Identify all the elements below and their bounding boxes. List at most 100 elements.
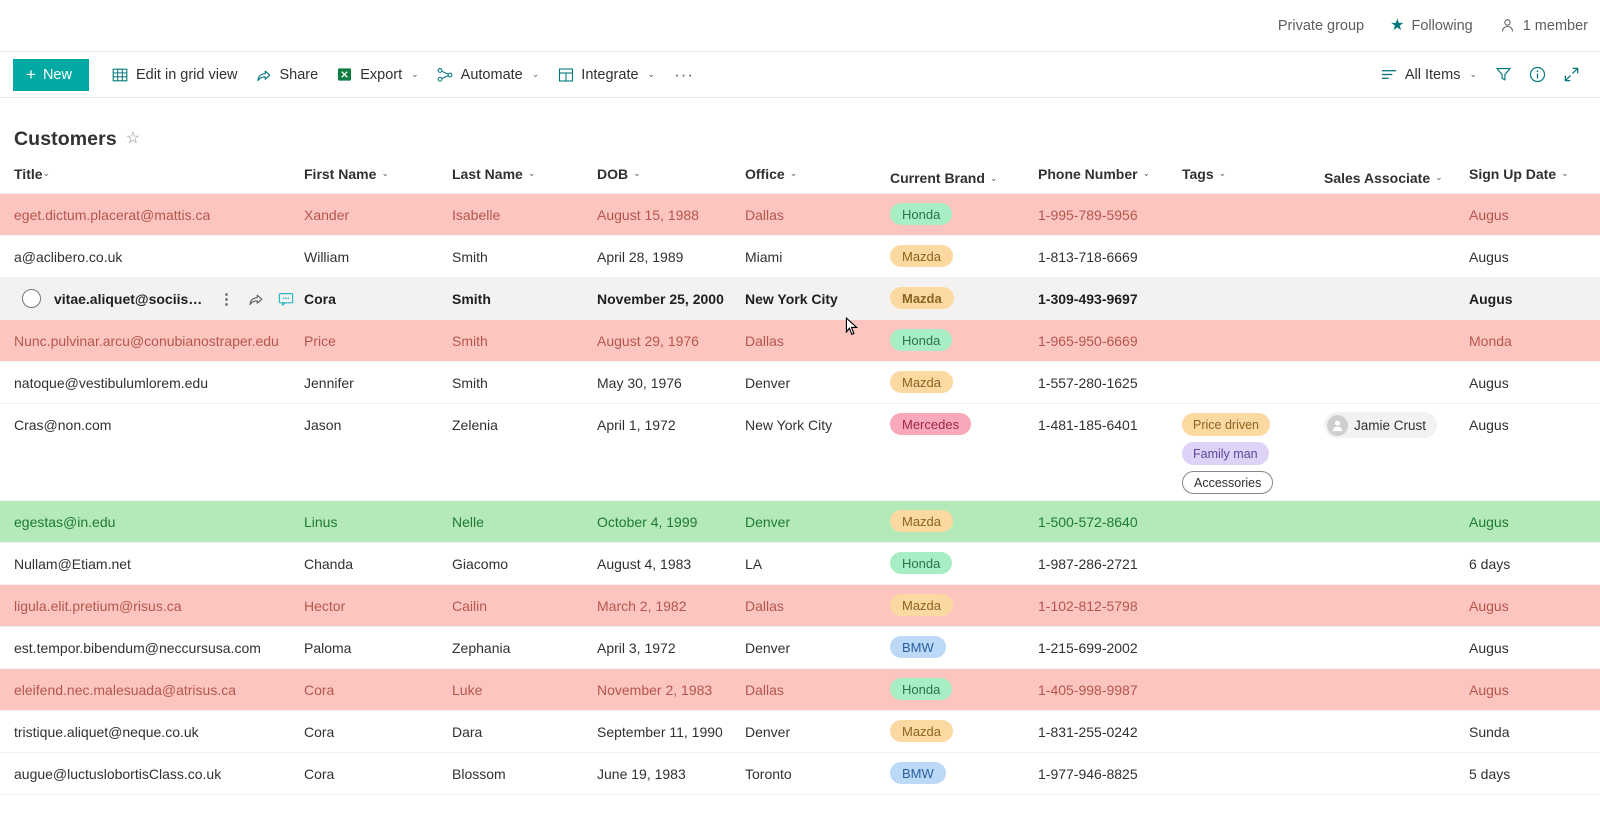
tag-row: Family man [1182, 442, 1314, 471]
title-link[interactable]: augue@luctuslobortisClass.co.uk [14, 766, 221, 782]
cell-last-name: Dara [452, 724, 483, 740]
title-link[interactable]: Nullam@Etiam.net [14, 556, 131, 572]
comment-icon[interactable] [278, 291, 294, 307]
column-header-phone[interactable]: Phone Number ⌄ [1038, 166, 1182, 182]
cell-sign-up-date: Augus [1469, 249, 1509, 265]
share-item-icon[interactable] [248, 291, 264, 307]
persona-chip[interactable]: Jamie Crust [1324, 412, 1438, 438]
row-select-checkbox[interactable] [22, 289, 41, 308]
title-link[interactable]: est.tempor.bibendum@neccursusa.com [14, 640, 261, 656]
cell-title[interactable]: tristique.aliquet@neque.co.uk [14, 711, 304, 740]
cell-first-name: Cora [304, 291, 336, 307]
overflow-menu-button[interactable]: ··· [664, 59, 704, 91]
person-icon [1499, 17, 1516, 34]
cell-sign-up-date: 6 days [1469, 556, 1511, 572]
table-row[interactable]: est.tempor.bibendum@neccursusa.com Paloma… [0, 627, 1600, 669]
title-link[interactable]: ligula.elit.pretium@risus.ca [14, 598, 182, 614]
following-button[interactable]: ★ Following [1390, 17, 1473, 34]
tag-chip: Price driven [1182, 413, 1270, 436]
cell-office: New York City [745, 417, 833, 433]
favorite-star-icon[interactable]: ☆ [126, 131, 140, 147]
title-link[interactable]: Nunc.pulvinar.arcu@conubianostraper.edu [14, 333, 279, 349]
column-header-tags[interactable]: Tags ⌄ [1182, 166, 1324, 182]
cell-title[interactable]: Nunc.pulvinar.arcu@conubianostraper.edu [14, 320, 304, 349]
cell-first-name: Xander [304, 207, 350, 223]
title-link[interactable]: vitae.aliquet@sociisnatoq... [54, 291, 207, 307]
cell-phone-number: 1-481-185-6401 [1038, 417, 1138, 433]
chevron-down-icon: ⌄ [989, 172, 998, 183]
title-link[interactable]: eget.dictum.placerat@mattis.ca [14, 207, 210, 223]
column-header-assoc[interactable]: Sales Associate ⌄ [1324, 162, 1469, 186]
table-row[interactable]: ligula.elit.pretium@risus.ca Hector Cailin… [0, 585, 1600, 627]
column-header-first[interactable]: First Name ⌄ [304, 166, 452, 182]
cell-current-brand: Mazda [890, 236, 1038, 267]
table-row[interactable]: Nunc.pulvinar.arcu@conubianostraper.edu P… [0, 320, 1600, 362]
table-row[interactable]: eleifend.nec.malesuada@atrisus.ca Cora Luk… [0, 669, 1600, 711]
edit-in-grid-view-button[interactable]: Edit in grid view [103, 59, 247, 91]
cell-title[interactable]: egestas@in.edu [14, 501, 304, 530]
title-link[interactable]: Cras@non.com [14, 417, 111, 433]
cell-title[interactable]: Cras@non.com [14, 404, 304, 433]
table-row[interactable]: Nullam@Etiam.net Chanda Giacomo August 4, 1… [0, 543, 1600, 585]
members-button[interactable]: 1 member [1499, 17, 1588, 34]
share-button[interactable]: Share [247, 59, 328, 91]
cell-current-brand: Honda [890, 669, 1038, 700]
view-selector-label: All Items [1404, 66, 1461, 83]
cell-tags [1182, 236, 1324, 245]
cell-first-name: Linus [304, 514, 338, 530]
cell-title[interactable]: natoque@vestibulumlorem.edu [14, 362, 304, 391]
column-header-sign[interactable]: Sign Up Date ⌄ [1469, 166, 1589, 182]
integrate-button[interactable]: Integrate ⌄ [548, 59, 664, 91]
cell-last-name: Blossom [452, 766, 506, 782]
column-header-label: Current Brand [890, 170, 985, 186]
filter-button[interactable] [1486, 59, 1520, 91]
cell-title[interactable]: eget.dictum.placerat@mattis.ca [14, 194, 304, 223]
cell-title[interactable]: ligula.elit.pretium@risus.ca [14, 585, 304, 614]
title-link[interactable]: tristique.aliquet@neque.co.uk [14, 724, 199, 740]
title-link[interactable]: a@aclibero.co.uk [14, 249, 122, 265]
table-row[interactable]: tristique.aliquet@neque.co.uk Cora Dara Sep… [0, 711, 1600, 753]
brand-pill: BMW [890, 762, 946, 784]
table-row[interactable]: vitae.aliquet@sociisnatoq... ⋮ Cora Smith No… [0, 278, 1600, 320]
column-header-office[interactable]: Office ⌄ [745, 166, 890, 182]
table-row[interactable]: Cras@non.com Jason Zelenia April 1, 1972 New… [0, 404, 1600, 501]
title-link[interactable]: egestas@in.edu [14, 514, 115, 530]
table-row[interactable]: egestas@in.edu Linus Nelle October 4, 1999 D… [0, 501, 1600, 543]
cell-title[interactable]: a@aclibero.co.uk [14, 236, 304, 265]
new-button[interactable]: + New [13, 58, 89, 91]
expand-fullscreen-button[interactable] [1554, 59, 1588, 91]
cell-title[interactable]: est.tempor.bibendum@neccursusa.com [14, 627, 304, 656]
column-header-title[interactable]: Title ⌄ [14, 166, 304, 182]
cell-first-name: Jennifer [304, 375, 354, 391]
plus-icon: + [26, 65, 36, 84]
cell-sign-up-date: Augus [1469, 514, 1509, 530]
table-row[interactable]: eget.dictum.placerat@mattis.ca Xander Isab… [0, 194, 1600, 236]
column-header-dob[interactable]: DOB ⌄ [597, 166, 745, 182]
title-link[interactable]: eleifend.nec.malesuada@atrisus.ca [14, 682, 236, 698]
cell-first-name: Cora [304, 682, 335, 698]
more-options-icon[interactable]: ⋮ [219, 292, 234, 307]
title-link[interactable]: natoque@vestibulumlorem.edu [14, 375, 208, 391]
cell-title[interactable]: augue@luctuslobortisClass.co.uk [14, 753, 304, 782]
column-header-label: Title [14, 165, 43, 182]
column-header-last[interactable]: Last Name ⌄ [452, 166, 597, 182]
chevron-down-icon: ⌄ [633, 168, 641, 178]
cell-title[interactable]: vitae.aliquet@sociisnatoq... ⋮ [14, 278, 304, 307]
cell-sales-associate [1324, 585, 1469, 593]
cell-title[interactable]: eleifend.nec.malesuada@atrisus.ca [14, 669, 304, 698]
table-row[interactable]: augue@luctuslobortisClass.co.uk Cora Bloss… [0, 753, 1600, 795]
view-selector-button[interactable]: All Items ⌄ [1372, 59, 1486, 91]
cell-office: Dallas [745, 682, 784, 698]
chevron-down-icon: ⌄ [42, 168, 51, 178]
page-title-row: Customers ☆ [0, 98, 1600, 154]
cell-title[interactable]: Nullam@Etiam.net [14, 543, 304, 572]
brand-pill: Mazda [890, 245, 954, 267]
column-header-brand[interactable]: Current Brand ⌄ [890, 161, 1038, 186]
export-button[interactable]: Export ⌄ [327, 59, 427, 91]
cell-office: Dallas [745, 207, 784, 223]
automate-button[interactable]: Automate ⌄ [428, 59, 549, 91]
details-info-button[interactable] [1520, 59, 1554, 91]
table-row[interactable]: a@aclibero.co.uk William Smith April 28, 19… [0, 236, 1600, 278]
cell-office: Denver [745, 724, 791, 740]
table-row[interactable]: natoque@vestibulumlorem.edu Jennifer Smith… [0, 362, 1600, 404]
